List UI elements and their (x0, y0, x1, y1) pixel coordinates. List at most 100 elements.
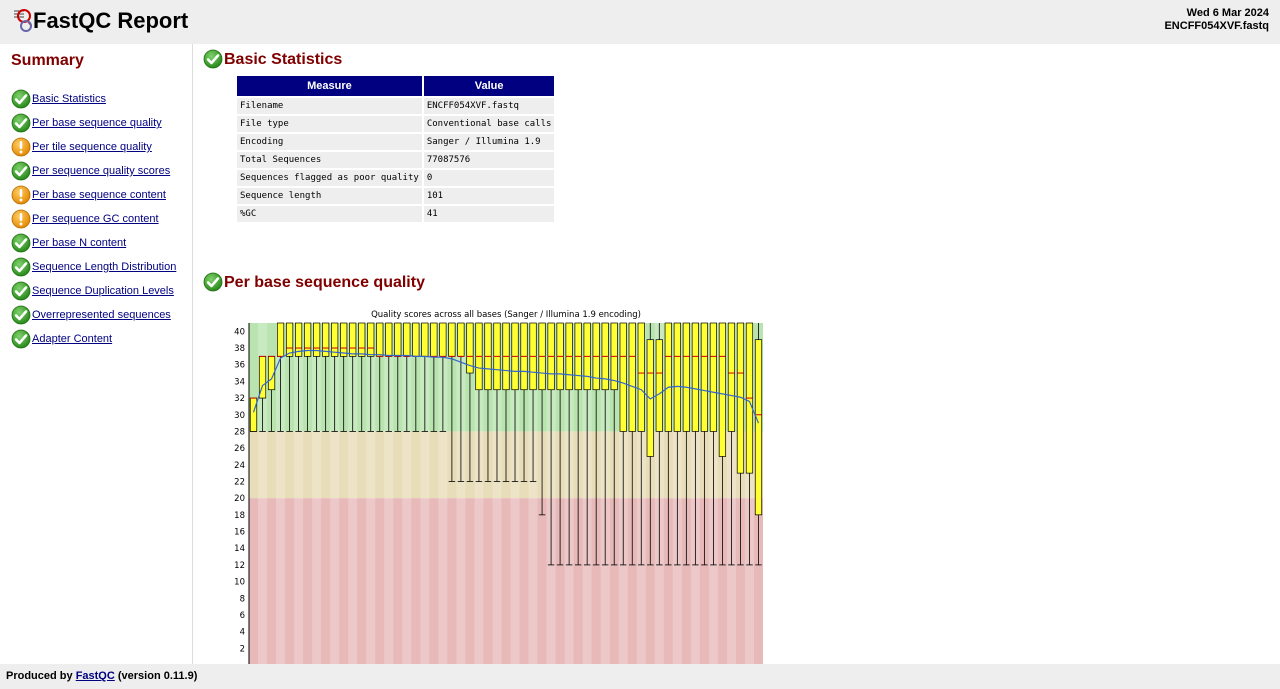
pass-icon (203, 49, 223, 69)
summary-link[interactable]: Per tile sequence quality (32, 141, 152, 153)
y-tick-label: 18 (234, 511, 245, 521)
warn-icon (11, 209, 31, 229)
value-cell: Conventional base calls (423, 116, 555, 132)
report-meta: Wed 6 Mar 2024 ENCFF054XVF.fastq (1164, 7, 1269, 33)
pass-icon (203, 272, 223, 292)
summary-item: Per base sequence quality (11, 111, 176, 135)
report-footer: Produced by FastQC (version 0.11.9) (0, 664, 1280, 689)
summary-item: Adapter Content (11, 327, 176, 351)
footer-prefix: Produced by (6, 670, 76, 682)
page-title: FastQC Report (33, 8, 189, 33)
table-row: Filename ENCFF054XVF.fastq (237, 98, 555, 114)
quality-box (628, 322, 636, 432)
measure-cell: Total Sequences (237, 152, 422, 168)
y-tick-label: 38 (234, 344, 245, 354)
quality-box (394, 322, 402, 357)
value-cell: 0 (423, 170, 555, 186)
quality-box (349, 322, 357, 357)
quality-box (700, 322, 708, 432)
quality-box (376, 322, 384, 357)
quality-box (285, 322, 294, 357)
quality-box (754, 339, 763, 516)
quality-box (673, 322, 681, 432)
quality-box (249, 397, 258, 432)
quality-box (412, 322, 420, 357)
basic-statistics-table: Measure Value Filename ENCFF054XVF.fastq F… (235, 74, 556, 224)
measure-cell: Encoding (237, 134, 422, 150)
quality-box (448, 322, 456, 357)
summary-title: Summary (11, 52, 84, 69)
quality-box (439, 322, 447, 357)
warn-icon (11, 137, 31, 157)
measure-cell: Sequences flagged as poor quality (237, 170, 422, 186)
fastqc-link[interactable]: FastQC (76, 670, 115, 682)
summary-item: Sequence Length Distribution (11, 255, 176, 279)
y-tick-label: 14 (234, 544, 245, 554)
quality-box (655, 339, 663, 432)
quality-box (340, 322, 348, 357)
table-row: Total Sequences 77087576 (237, 152, 555, 168)
per-base-quality-heading: Per base sequence quality (224, 274, 425, 291)
summary-link[interactable]: Per sequence GC content (32, 213, 159, 225)
summary-list: Basic Statistics Per base sequence qualit… (11, 87, 176, 351)
y-tick-label: 12 (234, 561, 245, 571)
summary-link[interactable]: Per base sequence quality (32, 117, 162, 129)
pass-icon (11, 113, 31, 133)
y-tick-label: 30 (234, 411, 245, 421)
value-cell: 41 (423, 206, 555, 222)
quality-box (385, 322, 393, 357)
y-tick-label: 36 (234, 361, 245, 371)
quality-box (727, 322, 736, 432)
quality-box (358, 322, 366, 357)
quality-box (313, 322, 321, 357)
value-cell: 77087576 (423, 152, 555, 168)
table-row: Encoding Sanger / Illumina 1.9 (237, 134, 555, 150)
summary-link[interactable]: Overrepresented sequences (32, 309, 171, 321)
y-tick-label: 4 (240, 628, 245, 638)
y-tick-label: 26 (234, 444, 245, 454)
measure-cell: %GC (237, 206, 422, 222)
summary-item: Per sequence GC content (11, 207, 176, 231)
pass-icon (11, 161, 31, 181)
quality-box (304, 322, 312, 357)
summary-item: Per base sequence content (11, 183, 176, 207)
pass-icon (11, 281, 31, 301)
summary-link[interactable]: Adapter Content (32, 333, 112, 345)
per-base-quality-chart: Quality scores across all bases (Sanger … (234, 310, 763, 664)
summary-link[interactable]: Basic Statistics (32, 93, 106, 105)
report-header: FastQC Report Wed 6 Mar 2024 ENCFF054XVF… (0, 0, 1280, 44)
report-date: Wed 6 Mar 2024 (1186, 7, 1269, 19)
pass-icon (11, 329, 31, 349)
y-tick-label: 32 (234, 394, 245, 404)
quality-box (637, 322, 645, 432)
table-header-value: Value (423, 76, 555, 96)
summary-link[interactable]: Per base N content (32, 237, 126, 249)
quality-box (276, 322, 285, 357)
y-tick-label: 22 (234, 477, 245, 487)
quality-box (430, 322, 438, 357)
summary-link[interactable]: Sequence Duplication Levels (32, 285, 174, 297)
report-filename: ENCFF054XVF.fastq (1164, 20, 1269, 32)
footer-text: Produced by FastQC (version 0.11.9) (6, 664, 197, 689)
summary-item: Per base N content (11, 231, 176, 255)
quality-box (682, 322, 690, 432)
summary-item: Overrepresented sequences (11, 303, 176, 327)
footer-suffix: (version 0.11.9) (114, 670, 198, 682)
table-row: %GC 41 (237, 206, 555, 222)
module-basic-statistics: Basic Statistics (203, 49, 342, 69)
y-tick-label: 16 (234, 528, 245, 538)
quality-box (619, 322, 627, 432)
summary-item: Basic Statistics (11, 87, 176, 111)
summary-link[interactable]: Per sequence quality scores (32, 165, 170, 177)
y-tick-label: 34 (234, 377, 245, 387)
quality-box (718, 322, 727, 457)
pass-icon (11, 257, 31, 277)
value-cell: ENCFF054XVF.fastq (423, 98, 555, 114)
quality-box (403, 322, 411, 357)
table-row: Sequence length 101 (237, 188, 555, 204)
chart-title: Quality scores across all bases (Sanger … (371, 310, 641, 320)
summary-link[interactable]: Sequence Length Distribution (32, 261, 176, 273)
summary-link[interactable]: Per base sequence content (32, 189, 166, 201)
y-tick-label: 8 (240, 594, 245, 604)
quality-box (457, 322, 465, 357)
